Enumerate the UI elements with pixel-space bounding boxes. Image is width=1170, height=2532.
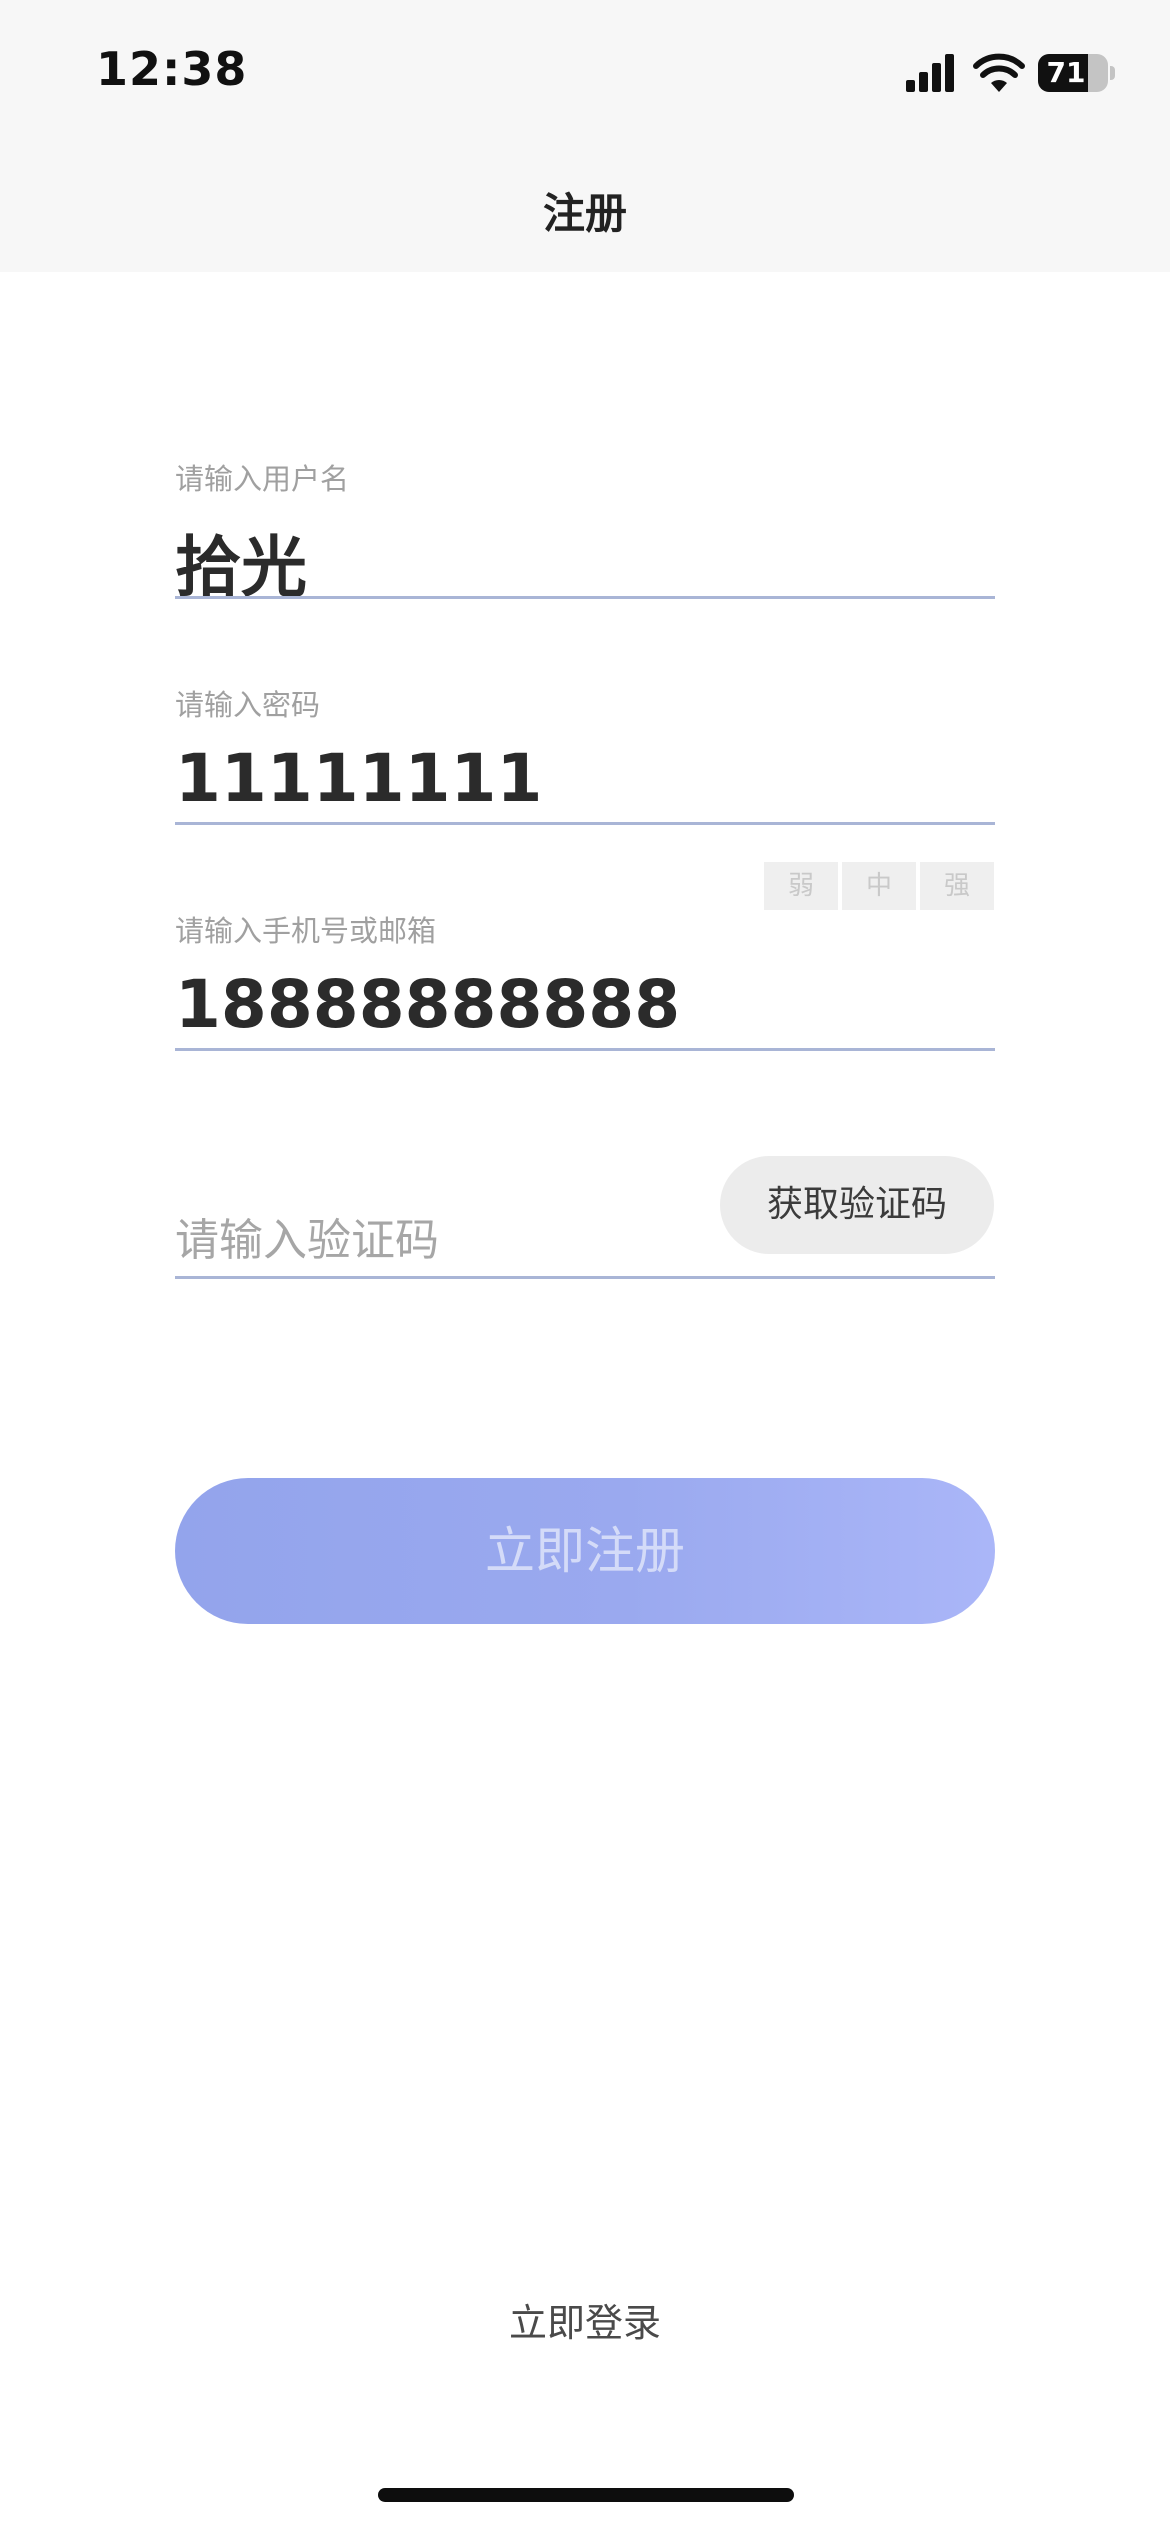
strength-strong: 强 bbox=[920, 862, 994, 910]
contact-input[interactable]: 18888888888 bbox=[175, 966, 680, 1043]
status-time: 12:38 bbox=[96, 42, 248, 96]
battery-cap bbox=[1110, 66, 1115, 80]
get-code-button[interactable]: 获取验证码 bbox=[720, 1156, 994, 1254]
login-link[interactable]: 立即登录 bbox=[0, 2292, 1170, 2347]
username-label: 请输入用户名 bbox=[175, 462, 350, 496]
home-indicator bbox=[378, 2488, 794, 2502]
code-underline bbox=[175, 1276, 995, 1279]
password-underline bbox=[175, 822, 995, 825]
wifi-icon bbox=[973, 53, 1025, 92]
page-title: 注册 bbox=[542, 189, 627, 238]
contact-field[interactable]: 请输入手机号或邮箱 18888888888 bbox=[175, 904, 995, 1056]
code-input[interactable]: 请输入验证码 bbox=[175, 1204, 439, 1268]
password-field[interactable]: 请输入密码 11111111 bbox=[175, 678, 995, 830]
battery-level: 71 bbox=[1046, 56, 1086, 89]
register-button[interactable]: 立即注册 bbox=[175, 1478, 995, 1624]
nav-bar: 注册 bbox=[0, 148, 1170, 272]
battery-body: 71 bbox=[1038, 54, 1108, 92]
username-underline bbox=[175, 596, 995, 599]
status-bar: 12:38 71 bbox=[0, 0, 1170, 148]
password-label: 请输入密码 bbox=[175, 688, 321, 722]
password-input[interactable]: 11111111 bbox=[175, 740, 542, 817]
signal-icon bbox=[906, 54, 954, 92]
contact-label: 请输入手机号或邮箱 bbox=[175, 914, 437, 948]
battery-icon: 71 bbox=[1038, 54, 1115, 92]
password-strength-indicator: 弱 中 强 bbox=[764, 862, 994, 910]
username-field[interactable]: 请输入用户名 拾光 bbox=[175, 452, 995, 606]
strength-medium: 中 bbox=[842, 862, 916, 910]
contact-underline bbox=[175, 1048, 995, 1051]
strength-weak: 弱 bbox=[764, 862, 838, 910]
